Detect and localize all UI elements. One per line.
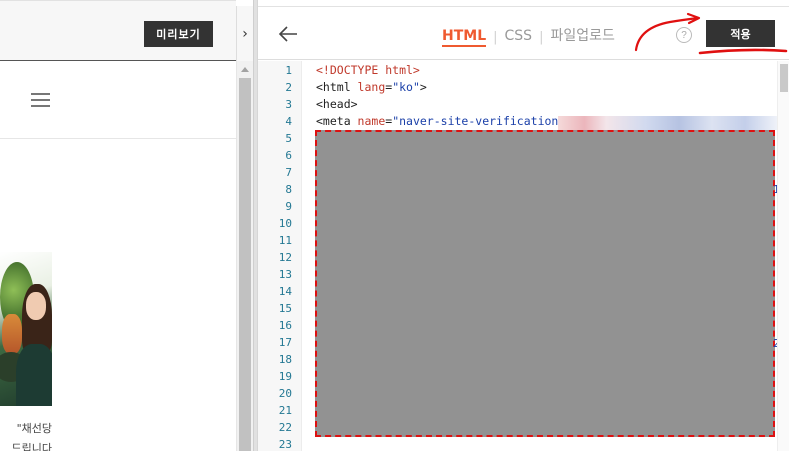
tab-html[interactable]: HTML bbox=[442, 27, 487, 47]
line-number: 3 bbox=[285, 98, 292, 111]
tab-separator: | bbox=[539, 29, 544, 45]
code-tag: <head> bbox=[316, 97, 358, 111]
line-number: 9 bbox=[285, 200, 292, 213]
line-number: 22 bbox=[278, 421, 292, 434]
code-line: <head> bbox=[316, 96, 358, 113]
line-number: 23 bbox=[278, 438, 292, 451]
scrollbar-thumb[interactable] bbox=[780, 64, 788, 92]
line-number: 1 bbox=[285, 64, 292, 77]
code-attribute: lang bbox=[357, 80, 386, 94]
line-number: 16 bbox=[278, 319, 292, 332]
scroll-up-icon[interactable] bbox=[241, 67, 249, 72]
back-arrow-icon[interactable] bbox=[278, 25, 298, 43]
code-line: <!DOCTYPE html> bbox=[316, 62, 420, 79]
line-number: 18 bbox=[278, 353, 292, 366]
preview-toolbar: 미리보기 bbox=[0, 0, 236, 61]
article-thumbnail[interactable] bbox=[0, 252, 52, 406]
line-number: 5 bbox=[285, 132, 292, 145]
apply-button[interactable]: 적용 bbox=[706, 20, 775, 47]
code-tag: <html bbox=[316, 80, 358, 94]
editor-tabs: HTML | CSS | 파일업로드 bbox=[442, 27, 615, 47]
editor-scrollbar[interactable] bbox=[777, 61, 789, 451]
article-snippet-line: 드립니다 bbox=[11, 442, 52, 451]
code-tag: <meta bbox=[316, 114, 358, 128]
scrollbar-thumb[interactable] bbox=[239, 78, 251, 451]
line-number: 19 bbox=[278, 370, 292, 383]
redacted-code-block bbox=[315, 130, 775, 437]
line-number: 4 bbox=[285, 115, 292, 128]
help-icon[interactable]: ? bbox=[676, 27, 692, 43]
tab-css[interactable]: CSS bbox=[505, 27, 533, 47]
site-header bbox=[0, 61, 236, 139]
code-doctype: <!DOCTYPE html> bbox=[316, 63, 420, 77]
code-tag-close: > bbox=[419, 80, 427, 94]
line-number: 11 bbox=[278, 234, 292, 247]
editor-toolbar: HTML | CSS | 파일업로드 ? 적용 bbox=[258, 6, 789, 60]
code-attribute: name bbox=[357, 114, 386, 128]
line-number: 8 bbox=[285, 183, 292, 196]
code-editor[interactable]: 1 2 3 4 5 6 7 8 9 10 11 12 13 14 15 16 1… bbox=[258, 61, 789, 451]
line-number: 14 bbox=[278, 285, 292, 298]
code-string: "ko" bbox=[392, 80, 420, 94]
collapse-preview-button[interactable]: › bbox=[236, 6, 253, 61]
line-number: 2 bbox=[285, 81, 292, 94]
line-number: 15 bbox=[278, 302, 292, 315]
line-number: 12 bbox=[278, 251, 292, 264]
line-number: 17 bbox=[278, 336, 292, 349]
preview-button[interactable]: 미리보기 bbox=[144, 21, 213, 47]
tab-file-upload[interactable]: 파일업로드 bbox=[550, 27, 614, 47]
line-number: 7 bbox=[285, 166, 292, 179]
preview-pane: 미리보기 "채선당 드립니다 bbox=[0, 0, 236, 451]
hamburger-menu-icon[interactable] bbox=[31, 93, 50, 107]
article-snippet-line: "채선당 bbox=[16, 422, 52, 435]
editor-pane: HTML | CSS | 파일업로드 ? 적용 1 2 3 4 5 6 7 8 … bbox=[258, 0, 789, 451]
line-number: 20 bbox=[278, 387, 292, 400]
tab-separator: | bbox=[493, 29, 498, 45]
code-line: <html lang="ko"> bbox=[316, 79, 427, 96]
line-number-gutter: 1 2 3 4 5 6 7 8 9 10 11 12 13 14 15 16 1… bbox=[258, 61, 302, 451]
code-string: "naver-site-verification bbox=[392, 114, 559, 128]
line-number: 10 bbox=[278, 217, 292, 230]
line-number: 13 bbox=[278, 268, 292, 281]
line-number: 21 bbox=[278, 404, 292, 417]
pixelated-redaction bbox=[558, 116, 778, 130]
code-line: <meta name="naver-site-verification bbox=[316, 113, 558, 130]
preview-scrollbar[interactable] bbox=[236, 61, 253, 451]
line-number: 6 bbox=[285, 149, 292, 162]
